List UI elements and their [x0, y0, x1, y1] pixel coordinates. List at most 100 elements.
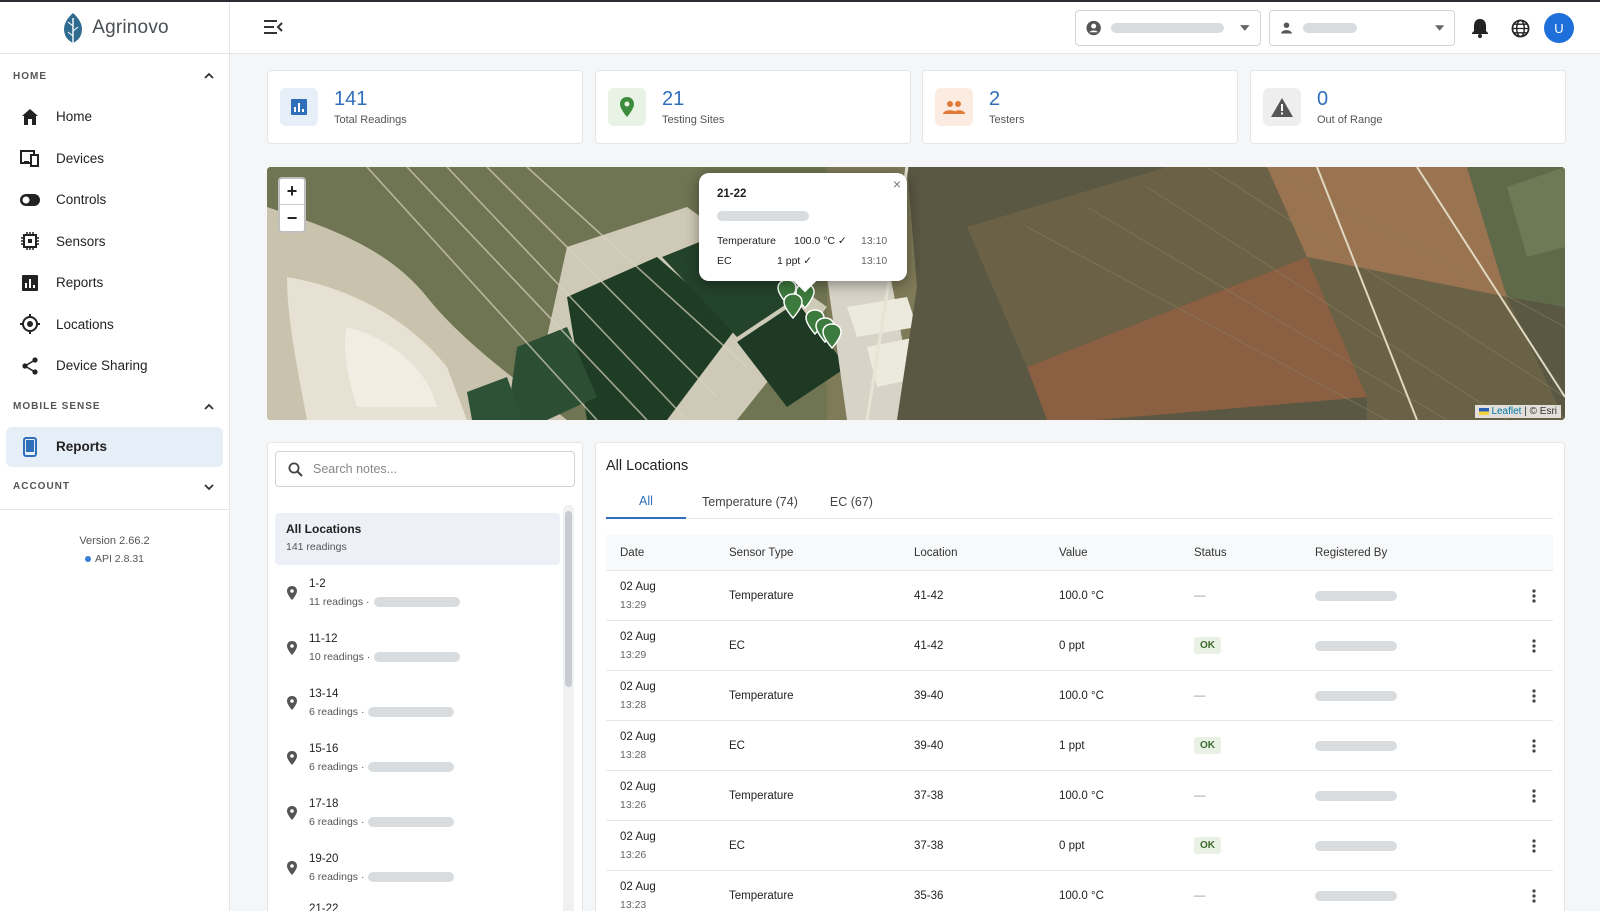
- tab-ec[interactable]: EC (67): [814, 485, 889, 519]
- globe-icon[interactable]: [1509, 17, 1531, 39]
- tab-temperature[interactable]: Temperature (74): [686, 485, 814, 519]
- sidebar-item-home[interactable]: Home: [0, 96, 229, 138]
- sidebar-item-device-sharing[interactable]: Device Sharing: [0, 345, 229, 387]
- search-field[interactable]: [275, 451, 575, 487]
- location-item[interactable]: 19-20 6 readings ·: [275, 840, 560, 895]
- readings-table: Date Sensor Type Location Value Status R…: [606, 535, 1553, 911]
- user-avatar[interactable]: U: [1544, 13, 1574, 43]
- row-menu-button[interactable]: [1515, 838, 1553, 853]
- popup-close-button[interactable]: ×: [893, 176, 901, 192]
- row-menu-button[interactable]: [1515, 588, 1553, 603]
- row-menu-button[interactable]: [1515, 738, 1553, 753]
- table-row[interactable]: 02 Aug 13:28 EC 39-40 1 ppt OK: [606, 721, 1553, 771]
- cell-value: 100.0 °C: [1059, 789, 1104, 802]
- map-marker-icon[interactable]: [783, 293, 803, 319]
- cell-date: 02 Aug 13:26: [606, 781, 729, 811]
- location-item[interactable]: 17-18 6 readings ·: [275, 785, 560, 840]
- date-text: 02 Aug: [620, 880, 656, 893]
- pin-icon: [287, 805, 297, 820]
- column-header-sensor[interactable]: Sensor Type: [729, 547, 914, 559]
- location-name: 13-14: [309, 687, 339, 700]
- zoom-control: + −: [278, 177, 306, 233]
- location-item[interactable]: 13-14 6 readings ·: [275, 675, 560, 730]
- column-header-status[interactable]: Status: [1194, 547, 1315, 559]
- cell-location: 37-38: [914, 839, 944, 852]
- sidebar-item-sensors[interactable]: Sensors: [0, 221, 229, 263]
- table-row[interactable]: 02 Aug 13:26 EC 37-38 0 ppt OK: [606, 821, 1553, 871]
- location-item[interactable]: 21-22: [275, 895, 560, 911]
- sidebar-item-locations[interactable]: Locations: [0, 304, 229, 346]
- zoom-out-button[interactable]: −: [280, 205, 304, 231]
- sidebar: Agrinovo HOME Home Devices Controls Sens…: [0, 2, 230, 911]
- stat-label: Testing Sites: [662, 114, 725, 126]
- section-mobile-sense-header[interactable]: MOBILE SENSE: [0, 387, 229, 427]
- location-name: 21-22: [309, 903, 339, 911]
- cell-value: 100.0 °C: [1059, 589, 1104, 602]
- cell-registered-by: [1315, 740, 1515, 751]
- user-select[interactable]: [1269, 10, 1455, 46]
- column-header-registered-by[interactable]: Registered By: [1315, 547, 1515, 559]
- locations-panel: All Locations 141 readings 1-2 11 readin…: [267, 442, 583, 911]
- time-text: 13:29: [620, 648, 647, 661]
- sidebar-item-reports[interactable]: Reports: [0, 262, 229, 304]
- location-item[interactable]: 1-2 11 readings ·: [275, 565, 560, 620]
- location-item-all[interactable]: All Locations 141 readings: [275, 513, 560, 565]
- row-menu-button[interactable]: [1515, 788, 1553, 803]
- cell-date: 02 Aug 13:29: [606, 581, 729, 611]
- zoom-in-button[interactable]: +: [280, 179, 304, 205]
- stat-card-out-of-range: 0 Out of Range: [1250, 70, 1566, 144]
- scrollbar-thumb[interactable]: [565, 511, 572, 687]
- pin-icon: [287, 750, 297, 765]
- row-menu-button[interactable]: [1515, 888, 1553, 903]
- registered-by-placeholder: [1315, 790, 1397, 801]
- table-row[interactable]: 02 Aug 13:26 Temperature 37-38 100.0 °C —: [606, 771, 1553, 821]
- table-row[interactable]: 02 Aug 13:29 EC 41-42 0 ppt OK: [606, 621, 1553, 671]
- search-input[interactable]: [313, 462, 553, 476]
- account-circle-icon: [1086, 20, 1101, 36]
- topbar: U: [230, 2, 1600, 54]
- cell-sensor: Temperature: [729, 789, 794, 802]
- map-marker-icon[interactable]: [822, 323, 842, 349]
- status-empty: —: [1194, 589, 1206, 602]
- location-name: 1-2: [309, 577, 326, 590]
- table-row[interactable]: 02 Aug 13:28 Temperature 39-40 100.0 °C —: [606, 671, 1553, 721]
- location-text: 21-22: [309, 903, 338, 911]
- location-text: 1-2 11 readings ·: [309, 578, 460, 608]
- more-vert-icon: [1532, 788, 1536, 803]
- column-header-value[interactable]: Value: [1059, 547, 1194, 559]
- sidebar-divider: [0, 508, 229, 510]
- stat-value: 0: [1317, 88, 1329, 110]
- sidebar-item-controls[interactable]: Controls: [0, 179, 229, 221]
- brand-logo[interactable]: Agrinovo: [0, 2, 229, 54]
- table-row[interactable]: 02 Aug 13:29 Temperature 41-42 100.0 °C —: [606, 571, 1553, 621]
- share-icon: [20, 356, 40, 376]
- popup-sensor: Temperature: [717, 235, 776, 247]
- sidebar-item-mobile-reports[interactable]: Reports: [6, 426, 223, 467]
- popup-subtitle-placeholder: [717, 211, 809, 221]
- location-text: 17-18 6 readings ·: [309, 798, 455, 828]
- location-item[interactable]: 11-12 10 readings ·: [275, 620, 560, 675]
- satellite-map[interactable]: + − × 21-22 Temperature 100.0 °C ✓ 13:10…: [267, 167, 1565, 420]
- section-account-header[interactable]: ACCOUNT: [0, 467, 229, 507]
- cell-registered-by: [1315, 690, 1515, 701]
- leaflet-link[interactable]: Leaflet: [1491, 406, 1521, 417]
- notifications-icon[interactable]: [1469, 17, 1491, 39]
- column-header-date[interactable]: Date: [606, 547, 729, 559]
- organization-select[interactable]: [1075, 10, 1261, 46]
- tab-all[interactable]: All: [606, 485, 686, 519]
- popup-title: 21-22: [717, 188, 747, 200]
- row-menu-button[interactable]: [1515, 638, 1553, 653]
- column-header-location[interactable]: Location: [914, 547, 1059, 559]
- sidebar-item-devices[interactable]: Devices: [0, 138, 229, 180]
- registered-by-placeholder: [1315, 690, 1397, 701]
- table-row[interactable]: 02 Aug 13:23 Temperature 35-36 100.0 °C —: [606, 871, 1553, 911]
- section-home-header[interactable]: HOME: [0, 56, 229, 96]
- sidebar-item-label: Device Sharing: [56, 358, 148, 374]
- sidebar-item-label: Devices: [56, 150, 105, 166]
- more-vert-icon: [1532, 588, 1536, 603]
- location-item[interactable]: 15-16 6 readings ·: [275, 730, 560, 785]
- registered-by-placeholder: [1315, 740, 1397, 751]
- menu-collapse-icon[interactable]: [262, 16, 284, 38]
- row-menu-button[interactable]: [1515, 688, 1553, 703]
- location-name: 15-16: [309, 742, 339, 755]
